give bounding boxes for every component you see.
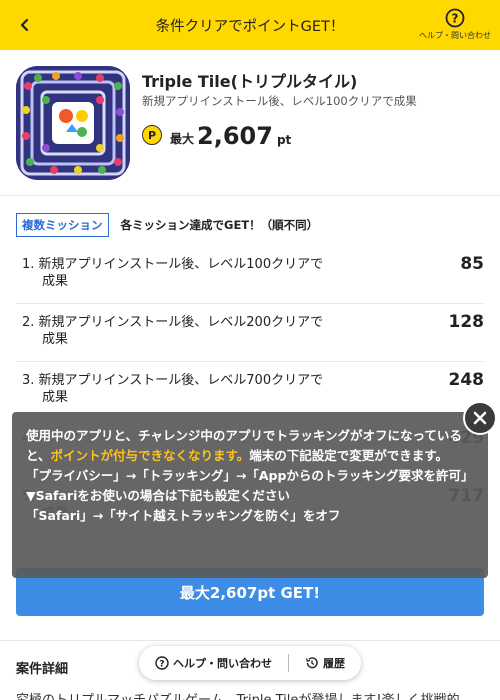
tracking-warning: ポイントが付与できなくなります。 bbox=[50, 448, 250, 463]
chevron-left-icon bbox=[20, 18, 29, 32]
app-summary: Triple Tile(トリプルタイル) 新規アプリインストール後、レベル100… bbox=[0, 50, 500, 196]
pill-help-label: ヘルプ・問い合わせ bbox=[173, 657, 272, 670]
header-bar: 条件クリアでポイントGET！ ? ヘルプ・問い合わせ bbox=[0, 0, 500, 50]
page-title: 条件クリアでポイントGET！ bbox=[155, 18, 345, 35]
help-label: ヘルプ・問い合わせ bbox=[419, 31, 491, 40]
help-circle-icon: ? bbox=[445, 8, 465, 28]
close-notice-button[interactable] bbox=[463, 401, 497, 435]
pill-help-button[interactable]: ? ヘルプ・問い合わせ bbox=[155, 655, 272, 671]
safari-note: ▼Safariをお使いの場合は下記も設定ください bbox=[26, 488, 290, 503]
mission-header: 複数ミッション 各ミッション達成でGET！（順不同） bbox=[16, 213, 318, 237]
bottom-action-pill: ? ヘルプ・問い合わせ 履歴 bbox=[139, 646, 361, 680]
help-circle-icon: ? bbox=[155, 656, 169, 670]
mission-text: 3. 新規アプリインストール後、レベル700クリアで 成果 bbox=[22, 373, 324, 405]
history-icon bbox=[305, 657, 318, 669]
mission-text: 2. 新規アプリインストール後、レベル200クリアで 成果 bbox=[22, 315, 324, 347]
points-value: 2,607 bbox=[197, 122, 273, 150]
pill-history-button[interactable]: 履歴 bbox=[305, 655, 345, 671]
mission-points: 85 bbox=[460, 254, 484, 274]
help-button[interactable]: ? ヘルプ・問い合わせ bbox=[419, 8, 491, 41]
pill-history-label: 履歴 bbox=[323, 657, 345, 670]
divider bbox=[0, 640, 500, 641]
safari-setting-path: 「Safari」→「サイト越えトラッキングを防ぐ」をオフ bbox=[26, 508, 341, 523]
svg-text:?: ? bbox=[159, 659, 164, 669]
app-name: Triple Tile(トリプルタイル) bbox=[142, 72, 358, 91]
mission-note: 各ミッション達成でGET！（順不同） bbox=[120, 218, 319, 232]
tracking-notice-text: 使用中のアプリと、チャレンジ中のアプリでトラッキングがオフになっていると、ポイン… bbox=[26, 428, 462, 463]
close-icon bbox=[473, 411, 487, 425]
points-prefix: 最大 bbox=[170, 132, 195, 146]
points-unit: pt bbox=[276, 133, 292, 147]
max-points: P 最大 2,607 pt bbox=[142, 120, 291, 150]
detail-text: 究極のトリプルマッチパズルゲーム、Triple Tileが登場します!楽しく挑戦… bbox=[16, 689, 460, 700]
detail-title: 案件詳細 bbox=[16, 662, 69, 677]
mission-points: 128 bbox=[448, 312, 485, 332]
app-icon bbox=[16, 66, 130, 180]
mission-item: 2. 新規アプリインストール後、レベル200クリアで 成果 128 bbox=[16, 304, 484, 362]
pill-separator bbox=[288, 654, 289, 672]
mission-item: 1. 新規アプリインストール後、レベル100クリアで 成果 85 bbox=[16, 246, 484, 304]
svg-text:?: ? bbox=[452, 12, 459, 26]
multi-mission-tag: 複数ミッション bbox=[16, 213, 109, 237]
mission-text: 1. 新規アプリインストール後、レベル100クリアで 成果 bbox=[22, 257, 324, 289]
back-button[interactable] bbox=[10, 10, 40, 40]
tracking-notice: 使用中のアプリと、チャレンジ中のアプリでトラッキングがオフになっていると、ポイン… bbox=[12, 412, 488, 578]
app-condition: 新規アプリインストール後、レベル100クリアで成果 bbox=[142, 94, 417, 108]
mission-points: 248 bbox=[448, 370, 485, 390]
tracking-setting-path: 「プライバシー」→「トラッキング」→「Appからのトラッキング要求を許可」 bbox=[26, 468, 474, 483]
point-badge-icon: P bbox=[142, 125, 162, 145]
